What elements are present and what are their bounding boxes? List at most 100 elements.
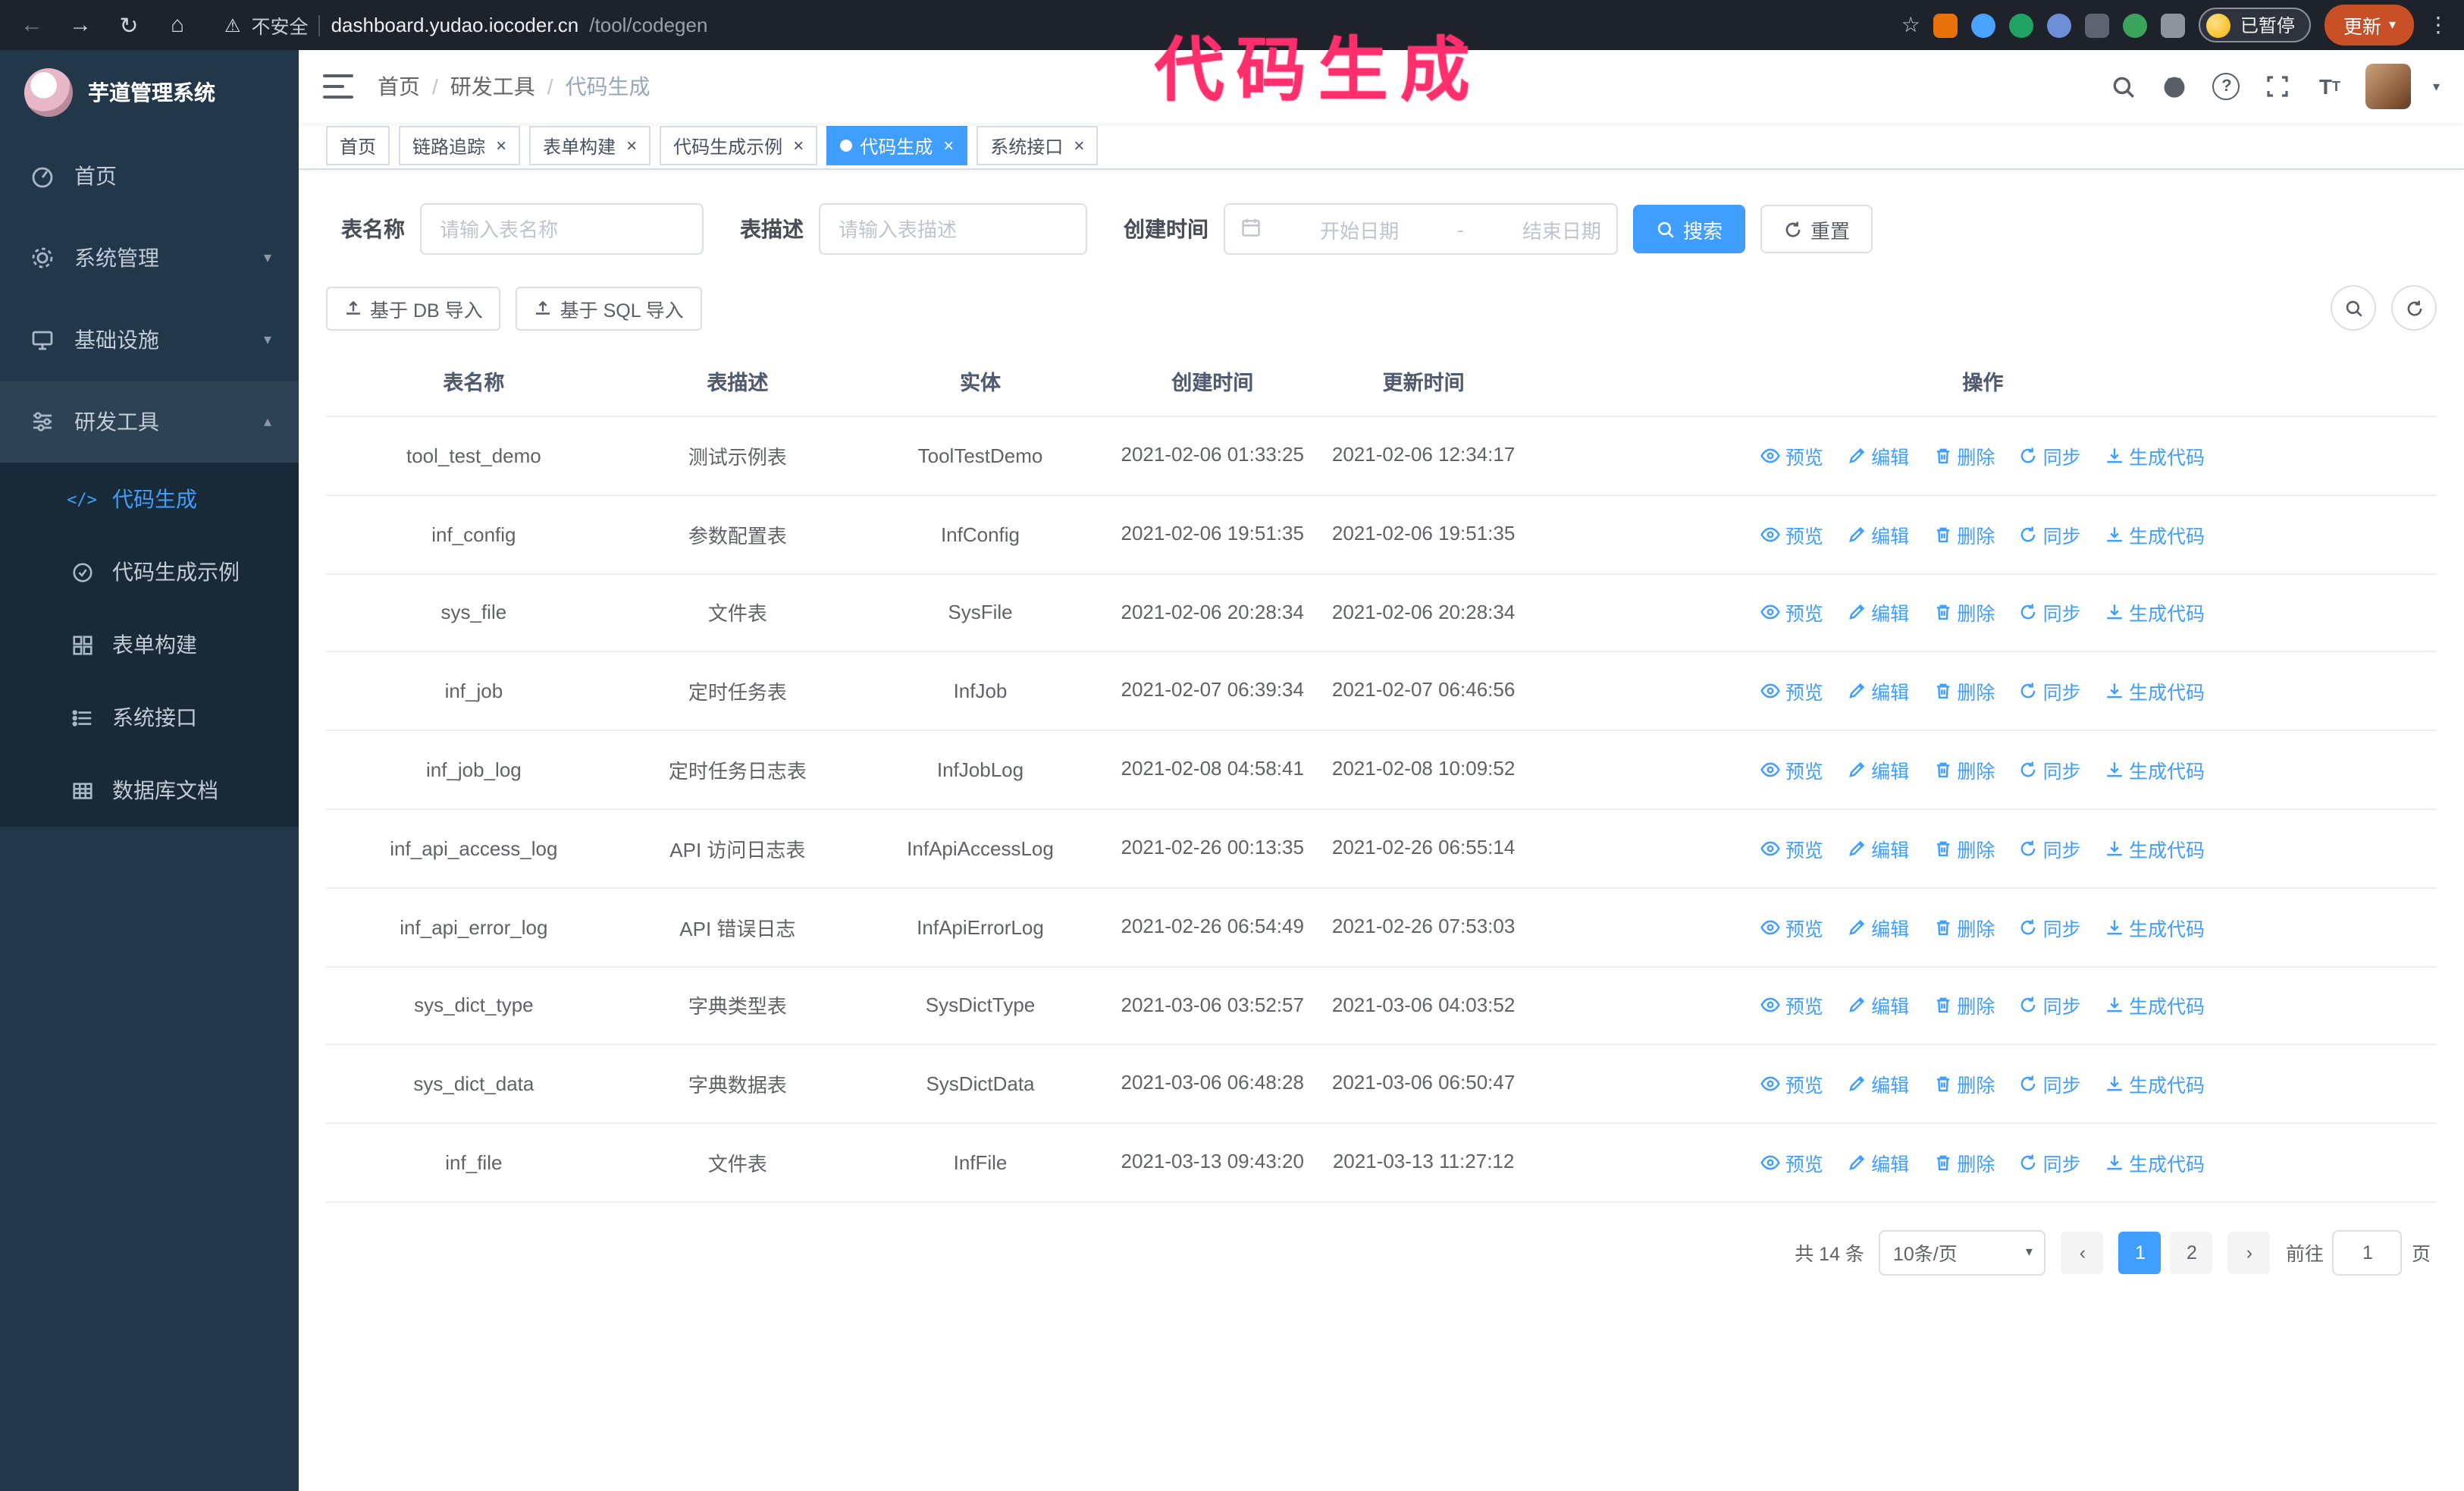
delete-link[interactable]: 删除: [1933, 441, 1995, 470]
preview-link[interactable]: 预览: [1761, 519, 1823, 548]
sync-link[interactable]: 同步: [2019, 677, 2081, 706]
tab-close-icon[interactable]: ×: [626, 137, 637, 155]
help-icon[interactable]: ?: [2212, 71, 2242, 102]
address-bar[interactable]: ⚠ 不安全 dashboard.yudao.iocoder.cn/tool/co…: [224, 11, 1886, 39]
extension-icon-6[interactable]: [2123, 13, 2148, 37]
sidebar-item-db-doc[interactable]: 数据库文档: [0, 754, 299, 827]
generate-code-link[interactable]: 生成代码: [2105, 598, 2205, 627]
sidebar-item-codegen-example[interactable]: 代码生成示例: [0, 535, 299, 608]
delete-link[interactable]: 删除: [1933, 519, 1995, 548]
edit-link[interactable]: 编辑: [1847, 755, 1909, 784]
extension-icon-4[interactable]: [2047, 13, 2072, 37]
preview-link[interactable]: 预览: [1761, 677, 1823, 706]
user-avatar[interactable]: [2365, 64, 2412, 109]
sidebar-toggle-icon[interactable]: [323, 74, 353, 99]
tab[interactable]: 表单构建 ×: [529, 126, 651, 165]
sidebar-item-api[interactable]: 系统接口: [0, 681, 299, 754]
sync-link[interactable]: 同步: [2019, 834, 2081, 863]
delete-link[interactable]: 删除: [1933, 1148, 1995, 1177]
search-icon[interactable]: [2108, 71, 2139, 102]
edit-link[interactable]: 编辑: [1847, 834, 1909, 863]
avatar-caret-icon[interactable]: ▾: [2433, 78, 2440, 95]
profile-paused-chip[interactable]: 已暂停: [2199, 8, 2312, 42]
delete-link[interactable]: 删除: [1933, 834, 1995, 863]
edit-link[interactable]: 编辑: [1847, 1148, 1909, 1177]
edit-link[interactable]: 编辑: [1847, 677, 1909, 706]
generate-code-link[interactable]: 生成代码: [2105, 991, 2205, 1020]
date-range-picker[interactable]: 开始日期 - 结束日期: [1224, 203, 1618, 255]
delete-link[interactable]: 删除: [1933, 755, 1995, 784]
home-icon[interactable]: ⌂: [161, 12, 194, 38]
sidebar-item-infra[interactable]: 基础设施 ▾: [0, 299, 299, 381]
toggle-search-button[interactable]: [2331, 285, 2376, 331]
preview-link[interactable]: 预览: [1761, 1148, 1823, 1177]
import-db-button[interactable]: 基于 DB 导入: [326, 286, 501, 330]
puzzle-extension-icon[interactable]: [2161, 13, 2186, 37]
edit-link[interactable]: 编辑: [1847, 991, 1909, 1020]
sidebar-item-home[interactable]: 首页: [0, 135, 299, 217]
import-sql-button[interactable]: 基于 SQL 导入: [516, 286, 702, 330]
generate-code-link[interactable]: 生成代码: [2105, 441, 2205, 470]
refresh-button[interactable]: [2391, 285, 2437, 331]
delete-link[interactable]: 删除: [1933, 598, 1995, 627]
edit-link[interactable]: 编辑: [1847, 441, 1909, 470]
preview-link[interactable]: 预览: [1761, 1070, 1823, 1099]
extension-icon-1[interactable]: [1933, 13, 1958, 37]
sidebar-item-system[interactable]: 系统管理 ▾: [0, 217, 299, 299]
generate-code-link[interactable]: 生成代码: [2105, 912, 2205, 941]
sidebar-item-devtools[interactable]: 研发工具 ▴: [0, 381, 299, 463]
tab-close-icon[interactable]: ×: [496, 137, 506, 155]
tab[interactable]: 代码生成示例 ×: [660, 126, 818, 165]
delete-link[interactable]: 删除: [1933, 677, 1995, 706]
next-page-button[interactable]: ›: [2227, 1231, 2271, 1274]
forward-icon[interactable]: →: [64, 12, 97, 38]
reload-icon[interactable]: ↻: [112, 11, 146, 39]
sync-link[interactable]: 同步: [2019, 519, 2081, 548]
sync-link[interactable]: 同步: [2019, 1070, 2081, 1099]
delete-link[interactable]: 删除: [1933, 1070, 1995, 1099]
browser-menu-icon[interactable]: ⋮: [2428, 12, 2449, 38]
breadcrumb-home[interactable]: 首页: [378, 71, 420, 102]
preview-link[interactable]: 预览: [1761, 834, 1823, 863]
tab[interactable]: 首页: [326, 126, 390, 165]
prev-page-button[interactable]: ‹: [2061, 1231, 2104, 1274]
sync-link[interactable]: 同步: [2019, 598, 2081, 627]
sidebar-item-codegen[interactable]: </> 代码生成: [0, 463, 299, 535]
tab-close-icon[interactable]: ×: [1074, 137, 1084, 155]
sync-link[interactable]: 同步: [2019, 912, 2081, 941]
tab-close-icon[interactable]: ×: [943, 137, 954, 155]
goto-page-input[interactable]: [2332, 1229, 2403, 1276]
sync-link[interactable]: 同步: [2019, 991, 2081, 1020]
tab[interactable]: 链路追踪 ×: [399, 126, 521, 165]
preview-link[interactable]: 预览: [1761, 441, 1823, 470]
search-button[interactable]: 搜索: [1633, 205, 1746, 253]
sync-link[interactable]: 同步: [2019, 755, 2081, 784]
generate-code-link[interactable]: 生成代码: [2105, 1070, 2205, 1099]
table-desc-input[interactable]: [835, 216, 1071, 242]
edit-link[interactable]: 编辑: [1847, 1070, 1909, 1099]
page-number-button[interactable]: 2: [2170, 1231, 2213, 1274]
tab[interactable]: 系统接口 ×: [977, 126, 1099, 165]
breadcrumb-devtools[interactable]: 研发工具: [450, 71, 535, 102]
sidebar-item-form-builder[interactable]: 表单构建: [0, 608, 299, 681]
page-number-button[interactable]: 1: [2118, 1231, 2161, 1274]
table-name-input[interactable]: [437, 216, 687, 242]
edit-link[interactable]: 编辑: [1847, 519, 1909, 548]
preview-link[interactable]: 预览: [1761, 598, 1823, 627]
github-icon[interactable]: [2160, 71, 2190, 102]
preview-link[interactable]: 预览: [1761, 991, 1823, 1020]
sidebar-logo[interactable]: 芋道管理系统: [0, 50, 299, 135]
generate-code-link[interactable]: 生成代码: [2105, 1148, 2205, 1177]
back-icon[interactable]: ←: [15, 12, 49, 38]
sync-link[interactable]: 同步: [2019, 441, 2081, 470]
font-size-icon[interactable]: TT: [2315, 71, 2345, 102]
extension-icon-3[interactable]: [2009, 13, 2034, 37]
delete-link[interactable]: 删除: [1933, 912, 1995, 941]
edit-link[interactable]: 编辑: [1847, 912, 1909, 941]
preview-link[interactable]: 预览: [1761, 755, 1823, 784]
delete-link[interactable]: 删除: [1933, 991, 1995, 1020]
edit-link[interactable]: 编辑: [1847, 598, 1909, 627]
extension-icon-2[interactable]: [1971, 13, 1996, 37]
generate-code-link[interactable]: 生成代码: [2105, 677, 2205, 706]
tab[interactable]: 代码生成 ×: [826, 126, 968, 165]
